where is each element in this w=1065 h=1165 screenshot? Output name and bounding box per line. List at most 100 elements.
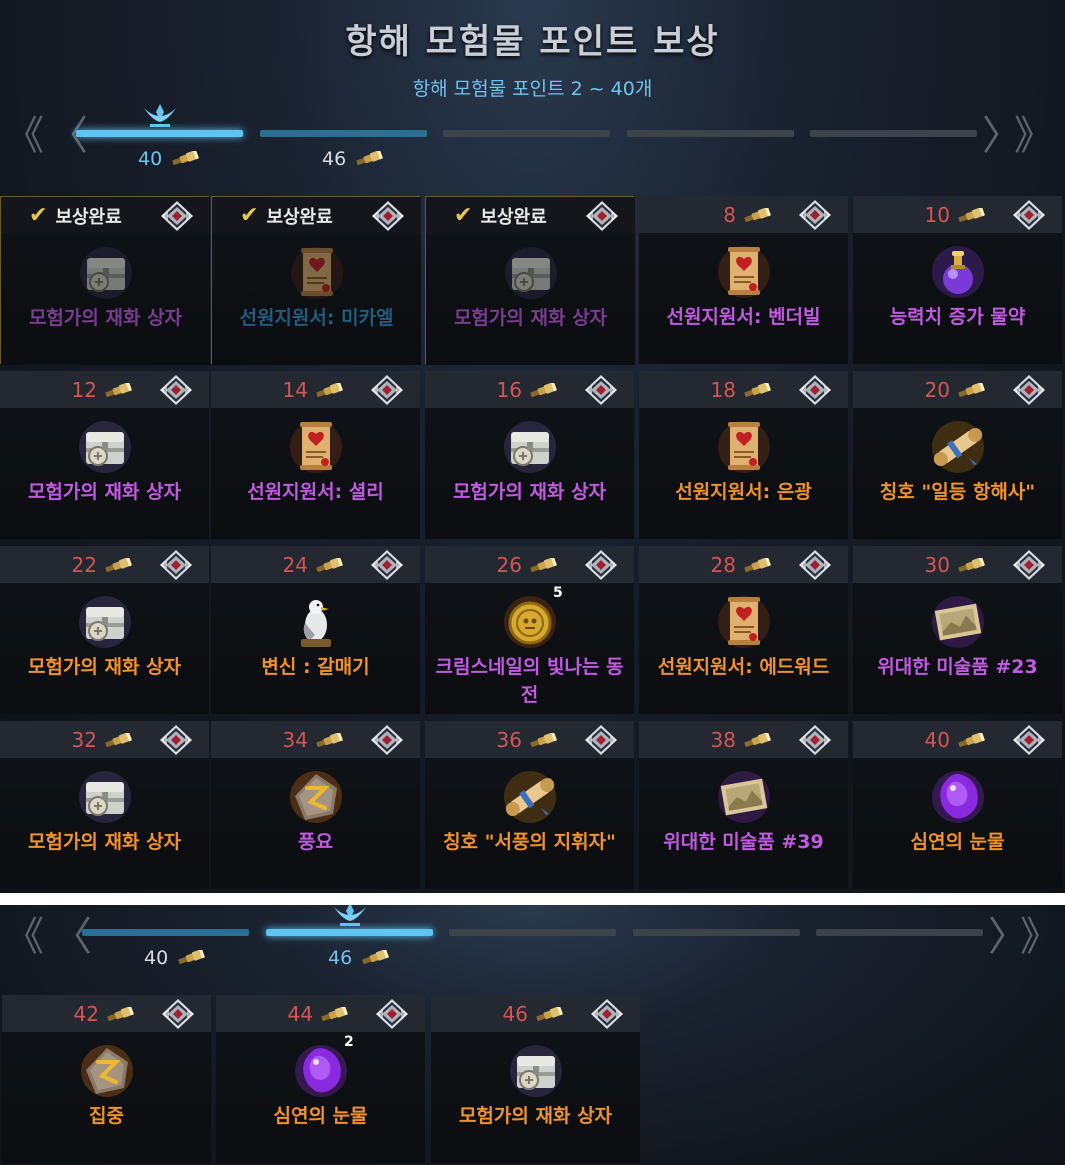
reward-slot-header: 22 <box>0 546 209 583</box>
required-points: 8 <box>723 196 772 233</box>
milestone-label[interactable]: 40 <box>144 947 206 969</box>
claimed-label: 보상완료 <box>266 206 333 228</box>
reward-slot-body: 칭호 "서풍의 지휘자" <box>425 758 634 889</box>
diamond-icon[interactable] <box>159 549 193 581</box>
reward-slot[interactable]: 42 집중 <box>2 995 211 1163</box>
diamond-icon[interactable] <box>1012 549 1046 581</box>
reward-slot[interactable]: ✔ 보상완료 모험가의 재화 상자 <box>0 196 210 365</box>
diamond-icon[interactable] <box>590 998 624 1030</box>
spyglass-icon <box>103 378 133 402</box>
diamond-icon[interactable] <box>371 200 405 232</box>
spyglass-icon <box>528 728 558 752</box>
required-points-value: 22 <box>71 552 97 577</box>
reward-panel-bottom: 《 〈 〉 》 40 46 42 집중 44 2 심연의 눈물 46 모험가의 재화 상자 <box>0 905 1065 1165</box>
milestone-label[interactable]: 46 <box>328 947 390 969</box>
diamond-icon[interactable] <box>370 549 404 581</box>
item-quantity: 5 <box>553 585 563 601</box>
diamond-icon[interactable] <box>159 724 193 756</box>
diamond-icon[interactable] <box>159 374 193 406</box>
reward-slot[interactable]: 30 위대한 미술품 #23 <box>853 546 1062 714</box>
spyglass-icon <box>528 553 558 577</box>
reward-slot[interactable]: 44 2 심연의 눈물 <box>216 995 425 1163</box>
item-name: 풍요 <box>298 831 333 853</box>
progress-segment <box>449 929 616 936</box>
reward-slot[interactable]: 18 선원지원서: 은광 <box>639 371 848 539</box>
item-name: 능력치 증가 물약 <box>889 306 1026 328</box>
diamond-icon[interactable] <box>584 374 618 406</box>
reward-slot-body: 능력치 증가 물약 <box>853 233 1062 364</box>
painting-icon <box>929 593 987 651</box>
required-points-value: 36 <box>496 727 522 752</box>
reward-slot[interactable]: 14 선원지원서: 셜리 <box>211 371 420 539</box>
reward-slot-header: 32 <box>0 721 209 758</box>
diamond-icon[interactable] <box>1012 374 1046 406</box>
diamond-icon[interactable] <box>585 200 619 232</box>
diamond-icon[interactable] <box>161 998 195 1030</box>
diamond-icon[interactable] <box>584 724 618 756</box>
diamond-icon[interactable] <box>370 374 404 406</box>
reward-slot[interactable]: 46 모험가의 재화 상자 <box>431 995 640 1163</box>
required-points: 28 <box>711 546 772 583</box>
last-page-button[interactable]: 》 <box>1014 116 1054 156</box>
reward-slot[interactable]: 36 칭호 "서풍의 지휘자" <box>425 721 634 889</box>
reward-slot[interactable]: 16 모험가의 재화 상자 <box>425 371 634 539</box>
diamond-icon[interactable] <box>1012 199 1046 231</box>
item-name: 위대한 미술품 #39 <box>663 831 824 853</box>
item-name: 칭호 "서풍의 지휘자" <box>443 831 616 853</box>
reward-slot[interactable]: 10 능력치 증가 물약 <box>853 196 1062 364</box>
prev-page-button[interactable]: 〈 <box>52 917 92 957</box>
reward-slot[interactable]: 34 풍요 <box>211 721 420 889</box>
diamond-icon[interactable] <box>798 374 832 406</box>
last-page-button[interactable]: 》 <box>1020 917 1060 957</box>
reward-slot[interactable]: ✔ 보상완료 선원지원서: 미카엘 <box>211 196 421 365</box>
reward-slot-header: 12 <box>0 371 209 408</box>
reward-slot-header: 14 <box>211 371 420 408</box>
diamond-icon[interactable] <box>160 200 194 232</box>
reward-slot[interactable]: 38 위대한 미술품 #39 <box>639 721 848 889</box>
reward-slot[interactable]: 24 변신 : 갈매기 <box>211 546 420 714</box>
diamond-icon[interactable] <box>798 724 832 756</box>
reward-slot[interactable]: ✔ 보상완료 모험가의 재화 상자 <box>425 196 635 365</box>
required-points-value: 10 <box>924 202 950 227</box>
chest-icon <box>501 418 559 476</box>
scroll-icon <box>715 243 773 301</box>
reward-slot[interactable]: 12 모험가의 재화 상자 <box>0 371 209 539</box>
reward-slot-body: 모험가의 재화 상자 <box>0 408 209 539</box>
check-icon: ✔ <box>240 203 259 228</box>
first-page-button[interactable]: 《 <box>4 116 44 156</box>
rune-icon <box>78 1042 136 1100</box>
reward-slot[interactable]: 26 5 크림스네일의 빛나는 동전 <box>425 546 634 714</box>
claimed-label: 보상완료 <box>480 206 547 228</box>
gem-icon <box>929 768 987 826</box>
item-name: 집중 <box>89 1105 124 1127</box>
diamond-icon[interactable] <box>798 199 832 231</box>
chest-icon <box>76 768 134 826</box>
reward-slot[interactable]: 22 모험가의 재화 상자 <box>0 546 209 714</box>
reward-slot[interactable]: 20 칭호 "일등 항해사" <box>853 371 1062 539</box>
reward-slot-body: 5 크림스네일의 빛나는 동전 <box>425 583 634 714</box>
chest-icon <box>76 418 134 476</box>
diamond-icon[interactable] <box>1012 724 1046 756</box>
spyglass-icon <box>170 148 200 170</box>
spyglass-icon <box>103 728 133 752</box>
diamond-icon[interactable] <box>798 549 832 581</box>
spyglass-icon <box>742 378 772 402</box>
required-points-value: 12 <box>71 377 97 402</box>
spyglass-icon <box>528 378 558 402</box>
diamond-icon[interactable] <box>375 998 409 1030</box>
milestone-points: 40 <box>144 947 169 969</box>
reward-slot[interactable]: 28 선원지원서: 에드워드 <box>639 546 848 714</box>
coin-icon <box>501 593 559 651</box>
required-points: 38 <box>711 721 772 758</box>
milestone-label[interactable]: 46 <box>322 148 384 170</box>
reward-slot-header: 36 <box>425 721 634 758</box>
milestone-label[interactable]: 40 <box>138 148 200 170</box>
reward-slot-body: 선원지원서: 은광 <box>639 408 848 539</box>
reward-slot[interactable]: 8 선원지원서: 벤더빌 <box>639 196 848 364</box>
first-page-button[interactable]: 《 <box>4 917 44 957</box>
reward-slot[interactable]: 32 모험가의 재화 상자 <box>0 721 209 889</box>
diamond-icon[interactable] <box>370 724 404 756</box>
reward-slot[interactable]: 40 심연의 눈물 <box>853 721 1062 889</box>
reward-slot-body: 모험가의 재화 상자 <box>431 1032 640 1163</box>
diamond-icon[interactable] <box>584 549 618 581</box>
